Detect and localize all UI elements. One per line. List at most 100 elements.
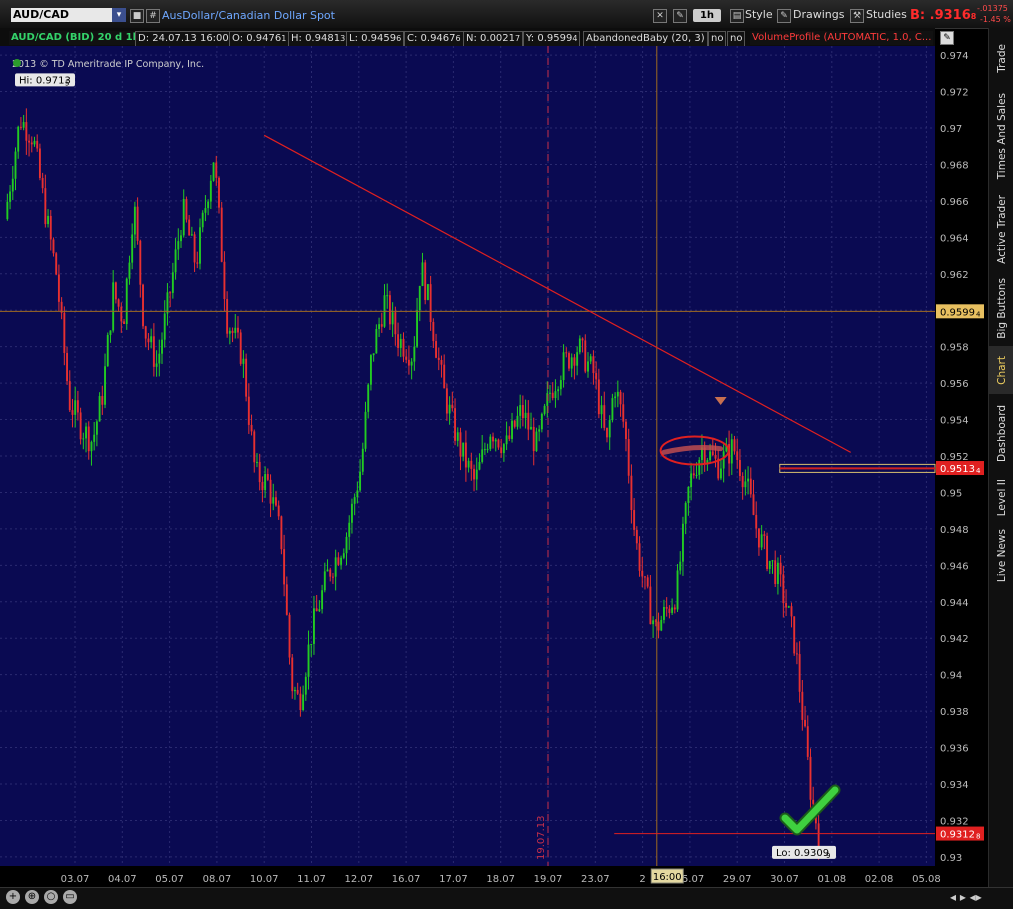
y-tick-label: 0.974 bbox=[940, 51, 969, 62]
crosshair-icon[interactable]: ⊕ bbox=[25, 890, 39, 904]
candle-body bbox=[483, 449, 486, 451]
candle-body bbox=[120, 306, 123, 322]
candle-body bbox=[356, 490, 359, 498]
bar-close-sub: 6 bbox=[455, 34, 461, 43]
candle-body bbox=[505, 435, 508, 445]
candle-body bbox=[551, 392, 554, 399]
studies-button[interactable]: Studies bbox=[866, 7, 907, 22]
price-tag-sub: 8 bbox=[976, 833, 980, 841]
style-icon[interactable]: ▤ bbox=[730, 9, 744, 23]
candle-body bbox=[432, 321, 435, 342]
link-icon[interactable]: ■ bbox=[130, 9, 144, 23]
sidebar-tab-big-buttons[interactable]: Big Buttons bbox=[989, 274, 1013, 342]
candle-body bbox=[671, 607, 674, 613]
candle-body bbox=[776, 562, 779, 585]
candle-body bbox=[595, 373, 598, 380]
style-button[interactable]: Style bbox=[745, 7, 773, 22]
candle-body bbox=[11, 178, 14, 192]
symbol-dropdown-button[interactable]: ▾ bbox=[112, 8, 126, 22]
candle-body bbox=[738, 459, 741, 476]
candle-body bbox=[258, 461, 261, 483]
candle-body bbox=[323, 571, 326, 591]
y-tick-label: 0.938 bbox=[940, 707, 969, 718]
sidebar-tab-trade[interactable]: Trade bbox=[989, 34, 1013, 82]
x-tick-label: 04.07 bbox=[108, 874, 137, 885]
sidebar-tab-level-ii[interactable]: Level II bbox=[989, 472, 1013, 524]
drawings-button[interactable]: Drawings bbox=[793, 7, 844, 22]
candle-body bbox=[402, 338, 405, 357]
candle-body bbox=[709, 451, 712, 461]
candle-body bbox=[600, 405, 603, 415]
candle-body bbox=[782, 574, 785, 604]
candle-body bbox=[766, 535, 769, 569]
sidebar-tab-active-trader[interactable]: Active Trader bbox=[989, 188, 1013, 270]
candle-body bbox=[421, 262, 424, 286]
bar-open-value: O: 0.9476 bbox=[232, 33, 282, 44]
candle-body bbox=[334, 557, 337, 577]
candle-body bbox=[625, 421, 627, 440]
candle-body bbox=[299, 693, 302, 711]
candle-body bbox=[144, 326, 147, 339]
y-tick-label: 0.954 bbox=[940, 416, 969, 427]
candle-body bbox=[201, 212, 204, 228]
candle-body bbox=[33, 140, 36, 145]
candle-body bbox=[68, 381, 71, 411]
sidebar-tab-times-and-sales[interactable]: Times And Sales bbox=[989, 88, 1013, 184]
candle-body bbox=[296, 689, 299, 694]
candle-body bbox=[568, 353, 570, 369]
price-chart[interactable]: 0.9740.9720.970.9680.9660.9640.9620.960.… bbox=[0, 46, 988, 887]
hash-icon[interactable]: # bbox=[146, 9, 160, 23]
price-tag-label: 0.9599 bbox=[940, 307, 975, 318]
y-tick-label: 0.95 bbox=[940, 488, 962, 499]
candle-body bbox=[633, 510, 636, 530]
candle-body bbox=[722, 451, 725, 469]
candle-body bbox=[163, 313, 166, 340]
candle-body bbox=[57, 274, 60, 302]
candle-body bbox=[570, 357, 573, 369]
bar-high-value: H: 0.9481 bbox=[291, 33, 341, 44]
sidebar-tab-label: Times And Sales bbox=[995, 92, 1008, 180]
pan-icon[interactable]: ▭ bbox=[63, 890, 77, 904]
studies-icon[interactable]: ⚒ bbox=[850, 9, 864, 23]
wrench-icon[interactable]: ✎ bbox=[673, 9, 687, 23]
sidebar-tab-live-news[interactable]: Live News bbox=[989, 528, 1013, 584]
candle-body bbox=[190, 234, 193, 236]
bar-close: C: 0.94676 bbox=[404, 31, 464, 47]
y-tick-label: 0.956 bbox=[940, 379, 969, 390]
timeframe-button[interactable]: 1h bbox=[693, 9, 721, 22]
study-abandoned-baby[interactable]: AbandonedBaby (20, 3) bbox=[583, 31, 708, 47]
candle-body bbox=[584, 340, 587, 372]
candle-body bbox=[28, 140, 31, 143]
sidebar-tab-chart[interactable]: Chart bbox=[989, 346, 1013, 394]
candle-body bbox=[223, 261, 226, 300]
candle-body bbox=[733, 439, 736, 452]
candle-body bbox=[38, 148, 41, 178]
candle-body bbox=[719, 468, 722, 479]
symbol-input[interactable]: AUD/CAD bbox=[11, 8, 113, 22]
chart-settings-icon[interactable]: ✎ bbox=[940, 31, 954, 45]
candle-body bbox=[399, 338, 402, 348]
candle-body bbox=[372, 353, 375, 356]
candle-body bbox=[437, 357, 440, 360]
candle-body bbox=[321, 590, 324, 610]
sidebar-tab-dashboard[interactable]: Dashboard bbox=[989, 398, 1013, 468]
candle-body bbox=[614, 396, 617, 399]
candle-body bbox=[63, 312, 66, 353]
candle-body bbox=[212, 162, 215, 181]
candle-body bbox=[606, 427, 608, 438]
candle-body bbox=[500, 447, 503, 454]
pencil-icon[interactable]: ✎ bbox=[777, 9, 791, 23]
pin-icon[interactable]: ✕ bbox=[653, 9, 667, 23]
candle-body bbox=[196, 262, 199, 264]
zoom-in-icon[interactable]: + bbox=[6, 890, 20, 904]
scroll-arrows[interactable]: ◂ ▸ ◂▸ bbox=[950, 890, 982, 904]
study-volume-profile[interactable]: VolumeProfile (AUTOMATIC, 1.0, C... bbox=[750, 31, 934, 45]
magnifier-icon[interactable]: ○ bbox=[44, 890, 58, 904]
candle-body bbox=[147, 338, 150, 343]
bottom-bar bbox=[0, 887, 1013, 909]
candle-body bbox=[326, 569, 329, 572]
candle-body bbox=[565, 352, 568, 354]
y-tick-label: 0.944 bbox=[940, 598, 969, 609]
y-tick-label: 0.968 bbox=[940, 160, 969, 171]
sidebar-tab-label: Active Trader bbox=[995, 194, 1008, 264]
